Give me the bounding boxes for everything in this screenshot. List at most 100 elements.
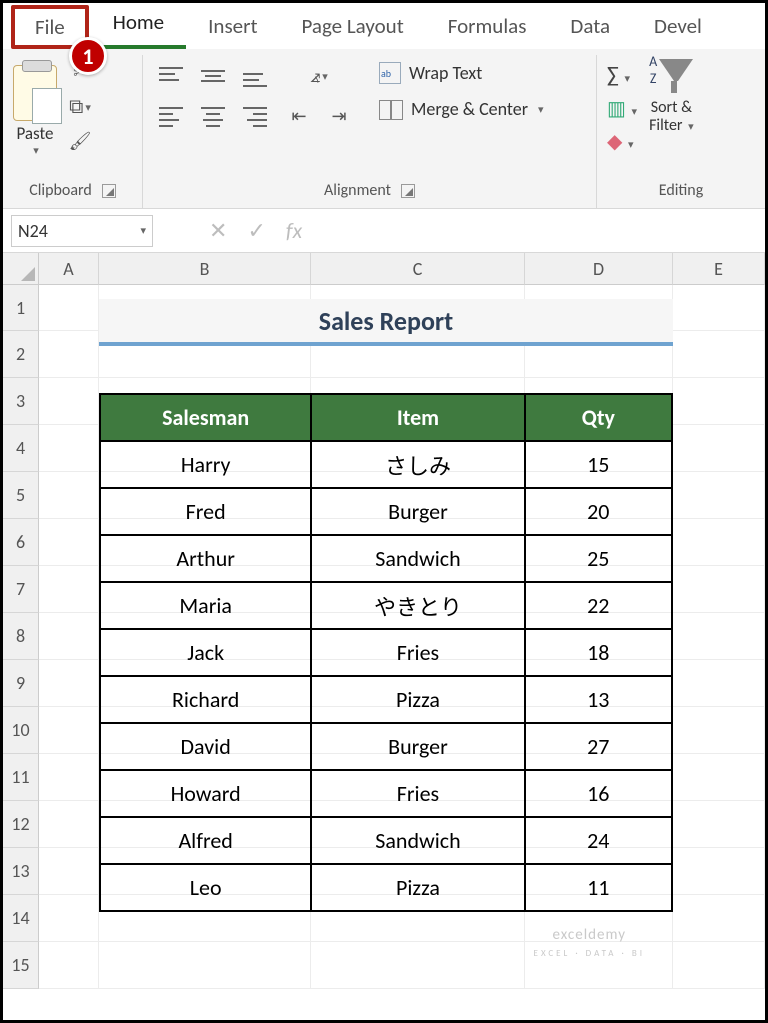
orientation-button[interactable]: ⦨▾ [301, 59, 337, 93]
row-header-1[interactable]: 1 [3, 285, 39, 331]
cell-A8[interactable] [39, 613, 99, 660]
select-all-corner[interactable] [3, 253, 39, 285]
col-header-A[interactable]: A [39, 253, 99, 285]
align-middle-button[interactable] [195, 59, 231, 93]
chevron-down-icon[interactable]: ▾ [15, 144, 57, 157]
row-header-5[interactable]: 5 [3, 472, 39, 519]
cell-salesman[interactable]: Richard [100, 676, 311, 723]
alignment-dialog-launcher-icon[interactable] [401, 184, 415, 198]
col-header-D[interactable]: D [525, 253, 673, 285]
clipboard-dialog-launcher-icon[interactable] [102, 184, 116, 198]
cell-salesman[interactable]: Fred [100, 488, 311, 535]
cell-salesman[interactable]: Arthur [100, 535, 311, 582]
cell-E10[interactable] [673, 707, 765, 754]
formula-bar[interactable] [322, 215, 765, 247]
row-header-8[interactable]: 8 [3, 613, 39, 660]
cell-A10[interactable] [39, 707, 99, 754]
cell-A6[interactable] [39, 519, 99, 566]
cell-A11[interactable] [39, 754, 99, 801]
cell-item[interactable]: さしみ [311, 441, 524, 488]
cell-item[interactable]: Sandwich [311, 535, 524, 582]
cell-item[interactable]: Burger [311, 723, 524, 770]
row-header-13[interactable]: 13 [3, 848, 39, 895]
cell-A12[interactable] [39, 801, 99, 848]
row-header-14[interactable]: 14 [3, 895, 39, 942]
cell-E1[interactable] [673, 285, 765, 331]
cell-E5[interactable] [673, 472, 765, 519]
row-header-3[interactable]: 3 [3, 378, 39, 425]
cancel-formula-button[interactable]: ✕ [209, 217, 227, 244]
tab-developer[interactable]: Devel [632, 3, 724, 49]
cell-E6[interactable] [673, 519, 765, 566]
cell-E9[interactable] [673, 660, 765, 707]
tab-formulas[interactable]: Formulas [426, 3, 549, 49]
cell-qty[interactable]: 11 [525, 864, 672, 911]
row-header-12[interactable]: 12 [3, 801, 39, 848]
cell-E14[interactable] [673, 895, 765, 942]
cell-A9[interactable] [39, 660, 99, 707]
cell-A3[interactable] [39, 378, 99, 425]
cell-A7[interactable] [39, 566, 99, 613]
cell-E11[interactable] [673, 754, 765, 801]
row-header-9[interactable]: 9 [3, 660, 39, 707]
cell-A5[interactable] [39, 472, 99, 519]
fill-button[interactable]: ▥ ▾ [607, 96, 637, 121]
autosum-button[interactable]: ∑ ▾ [607, 61, 637, 88]
cell-salesman[interactable]: Harry [100, 441, 311, 488]
cell-E15[interactable] [673, 942, 765, 989]
col-header-E[interactable]: E [673, 253, 765, 285]
cell-E2[interactable] [673, 331, 765, 378]
cell-B15[interactable] [99, 942, 311, 989]
name-box[interactable]: N24 ▾ [11, 215, 153, 247]
col-header-B[interactable]: B [99, 253, 311, 285]
cell-E12[interactable] [673, 801, 765, 848]
align-bottom-button[interactable] [237, 59, 273, 93]
cell-qty[interactable]: 27 [525, 723, 672, 770]
row-header-11[interactable]: 11 [3, 754, 39, 801]
cell-E13[interactable] [673, 848, 765, 895]
copy-button[interactable]: ▾ [65, 93, 95, 121]
tab-data[interactable]: Data [548, 3, 632, 49]
cell-salesman[interactable]: Maria [100, 582, 311, 629]
cell-A13[interactable] [39, 848, 99, 895]
cell-item[interactable]: Pizza [311, 676, 524, 723]
align-top-button[interactable] [153, 59, 189, 93]
tab-insert[interactable]: Insert [186, 3, 279, 49]
cell-item[interactable]: Burger [311, 488, 524, 535]
cell-salesman[interactable]: Howard [100, 770, 311, 817]
cell-A1[interactable] [39, 285, 99, 331]
cell-E7[interactable] [673, 566, 765, 613]
row-header-10[interactable]: 10 [3, 707, 39, 754]
clear-button[interactable]: ◆ ▾ [607, 129, 637, 154]
merge-center-button[interactable]: Merge & Center ▾ [373, 95, 550, 123]
worksheet[interactable]: 123456789101112131415 ABCDE Sales Report… [3, 253, 765, 1020]
cell-C15[interactable] [311, 942, 525, 989]
cell-qty[interactable]: 15 [525, 441, 672, 488]
cell-salesman[interactable]: David [100, 723, 311, 770]
cell-qty[interactable]: 24 [525, 817, 672, 864]
sort-filter-button[interactable]: AZ Sort &Filter ▾ [649, 59, 694, 134]
cell-E4[interactable] [673, 425, 765, 472]
insert-function-button[interactable]: fx [286, 217, 302, 244]
cell-A4[interactable] [39, 425, 99, 472]
cell-qty[interactable]: 25 [525, 535, 672, 582]
cell-salesman[interactable]: Jack [100, 629, 311, 676]
enter-formula-button[interactable]: ✓ [247, 217, 265, 244]
cell-item[interactable]: やきとり [311, 582, 524, 629]
decrease-indent-button[interactable]: ⇤ [281, 99, 317, 133]
chevron-down-icon[interactable]: ▾ [140, 224, 146, 237]
paste-button[interactable]: Paste ▾ [13, 59, 57, 157]
cell-qty[interactable]: 13 [525, 676, 672, 723]
align-center-button[interactable] [195, 99, 231, 133]
cell-A2[interactable] [39, 331, 99, 378]
cell-salesman[interactable]: Alfred [100, 817, 311, 864]
align-right-button[interactable] [237, 99, 273, 133]
cell-E3[interactable] [673, 378, 765, 425]
format-painter-button[interactable] [65, 127, 95, 155]
cell-qty[interactable]: 20 [525, 488, 672, 535]
align-left-button[interactable] [153, 99, 189, 133]
cell-qty[interactable]: 16 [525, 770, 672, 817]
tab-page-layout[interactable]: Page Layout [279, 3, 425, 49]
cell-E8[interactable] [673, 613, 765, 660]
row-header-6[interactable]: 6 [3, 519, 39, 566]
